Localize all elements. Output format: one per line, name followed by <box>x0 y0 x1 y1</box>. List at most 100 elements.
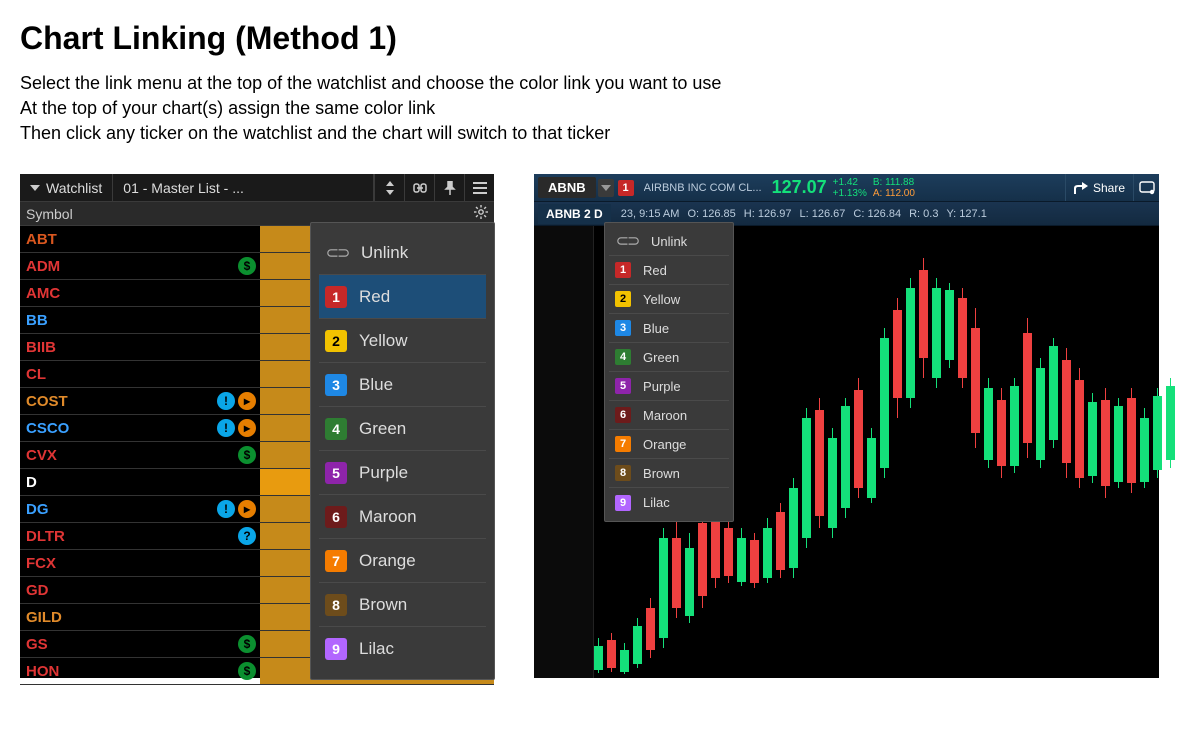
alert-icon[interactable]: ! <box>217 392 235 410</box>
link-menu-item-label: Blue <box>359 375 393 395</box>
color-swatch-icon: 9 <box>325 638 347 660</box>
page-title: Chart Linking (Method 1) <box>20 20 1159 57</box>
play-icon[interactable]: ▸ <box>238 419 256 437</box>
alert-icon[interactable]: ! <box>217 500 235 518</box>
menu-button[interactable] <box>464 174 494 201</box>
q-icon[interactable]: ? <box>238 527 256 545</box>
share-icon <box>1074 182 1088 194</box>
chart-ohlc-readout: 23, 9:15 AM O: 126.85 H: 126.97 L: 126.6… <box>621 208 987 220</box>
ticker-cell[interactable]: DLTR <box>20 528 210 545</box>
ticker-cell[interactable]: DG <box>20 501 210 518</box>
play-icon[interactable]: ▸ <box>238 500 256 518</box>
chart-change-abs: +1.42 <box>833 177 867 188</box>
pin-button[interactable] <box>434 174 464 201</box>
row-icons: !▸ <box>210 500 260 518</box>
gear-icon[interactable] <box>474 205 494 222</box>
play-icon[interactable]: ▸ <box>238 392 256 410</box>
sort-stepper-button[interactable] <box>374 174 404 201</box>
link-menu-item-brown[interactable]: 8Brown <box>319 583 486 627</box>
link-menu-item-label: Purple <box>643 379 681 394</box>
link-menu-item-yellow[interactable]: 2Yellow <box>609 285 729 314</box>
link-menu-item-brown[interactable]: 8Brown <box>609 459 729 488</box>
ohlc-time: 23, 9:15 AM <box>621 208 680 220</box>
link-menu-item-label: Orange <box>643 437 686 452</box>
ticker-cell[interactable]: HON <box>20 663 210 680</box>
ticker-cell[interactable]: GS <box>20 636 210 653</box>
share-button-label: Share <box>1093 181 1125 195</box>
unlink-icon: ⊂⊃ <box>615 231 639 251</box>
link-button[interactable] <box>404 174 434 201</box>
share-button[interactable]: Share <box>1065 174 1133 201</box>
chart-timeframe[interactable]: ABNB 2 D <box>538 204 611 224</box>
link-menu-item-lilac[interactable]: 9 Lilac <box>609 488 729 517</box>
chart-symbol-dropdown[interactable] <box>598 179 614 197</box>
color-swatch-icon: 5 <box>615 378 631 394</box>
link-menu-item-purple[interactable]: 5 Purple <box>609 372 729 401</box>
ticker-cell[interactable]: AMC <box>20 285 210 302</box>
color-swatch-icon: 9 <box>615 495 631 511</box>
link-menu-item-blue[interactable]: 3Blue <box>319 363 486 407</box>
chart-link-indicator[interactable]: 1 <box>618 180 634 196</box>
link-menu-item-orange[interactable]: 7Orange <box>609 430 729 459</box>
dollar-icon[interactable]: $ <box>238 635 256 653</box>
watchlist-tab[interactable]: Watchlist <box>20 174 113 201</box>
ticker-cell[interactable]: CVX <box>20 447 210 464</box>
link-menu-item-label: Lilac <box>643 495 670 510</box>
chevron-down-icon <box>30 185 40 191</box>
chart-left-gutter <box>534 226 594 678</box>
intro-line: At the top of your chart(s) assign the s… <box>20 98 1159 119</box>
link-menu-item-lilac[interactable]: 9Lilac <box>319 627 486 671</box>
column-symbol-header[interactable]: Symbol <box>20 206 210 222</box>
link-menu-item-label: Red <box>359 287 390 307</box>
chart-symbol-input[interactable]: ABNB <box>538 177 596 198</box>
link-menu-item-label: Purple <box>359 463 408 483</box>
link-menu-unlink-label: Unlink <box>651 234 687 249</box>
link-menu-item-red[interactable]: 1Red <box>319 275 486 319</box>
ticker-cell[interactable]: COST <box>20 393 210 410</box>
link-menu-item-orange[interactable]: 7Orange <box>319 539 486 583</box>
ticker-cell[interactable]: BB <box>20 312 210 329</box>
link-menu-item-red[interactable]: 1Red <box>609 256 729 285</box>
link-color-menu: ⊂⊃ Unlink 1Red2Yellow3Blue 4 Green 5 Purple 6… <box>604 222 734 522</box>
dollar-icon[interactable]: $ <box>238 446 256 464</box>
ticker-cell[interactable]: CL <box>20 366 210 383</box>
chart-last-price: 127.07 <box>772 177 827 198</box>
row-icons: $ <box>210 662 260 680</box>
link-menu-unlink[interactable]: ⊂⊃ Unlink <box>319 231 486 275</box>
link-menu-item-blue[interactable]: 3Blue <box>609 314 729 343</box>
ticker-cell[interactable]: FCX <box>20 555 210 572</box>
link-menu-item-purple[interactable]: 5Purple <box>319 451 486 495</box>
alert-icon[interactable]: ! <box>217 419 235 437</box>
row-icons: $ <box>210 635 260 653</box>
row-icons: !▸ <box>210 392 260 410</box>
watchlist-list-selector[interactable]: 01 - Master List - ... <box>113 174 374 201</box>
bid-value: 111.88 <box>885 177 914 188</box>
link-menu-item-yellow[interactable]: 2Yellow <box>319 319 486 363</box>
ticker-cell[interactable]: D <box>20 474 210 491</box>
ask-label: A: <box>873 188 882 199</box>
intro-line: Then click any ticker on the watchlist a… <box>20 123 1159 144</box>
link-menu-item-label: Maroon <box>359 507 417 527</box>
link-menu-item-green[interactable]: 4 Green <box>609 343 729 372</box>
ticker-cell[interactable]: CSCO <box>20 420 210 437</box>
link-menu-item-maroon[interactable]: 6Maroon <box>609 401 729 430</box>
color-swatch-icon: 4 <box>615 349 631 365</box>
dollar-icon[interactable]: $ <box>238 257 256 275</box>
ticker-cell[interactable]: GD <box>20 582 210 599</box>
notes-button[interactable] <box>1133 174 1159 201</box>
link-menu-item-label: Blue <box>643 321 669 336</box>
ticker-cell[interactable]: GILD <box>20 609 210 626</box>
link-menu-item-maroon[interactable]: 6Maroon <box>319 495 486 539</box>
chart-panel: ABNB 1 AIRBNB INC COM CL... 127.07 +1.42… <box>534 174 1159 678</box>
ticker-cell[interactable]: ADM <box>20 258 210 275</box>
ticker-cell[interactable]: ABT <box>20 231 210 248</box>
color-swatch-icon: 4 <box>325 418 347 440</box>
chart-change-pct: +1.13% <box>833 188 867 199</box>
link-menu-unlink[interactable]: ⊂⊃ Unlink <box>609 227 729 256</box>
ticker-cell[interactable]: BIIB <box>20 339 210 356</box>
color-swatch-icon: 1 <box>615 262 631 278</box>
link-menu-item-label: Orange <box>359 551 416 571</box>
link-menu-item-green[interactable]: 4Green <box>319 407 486 451</box>
link-menu-item-label: Green <box>643 350 679 365</box>
dollar-icon[interactable]: $ <box>238 662 256 680</box>
